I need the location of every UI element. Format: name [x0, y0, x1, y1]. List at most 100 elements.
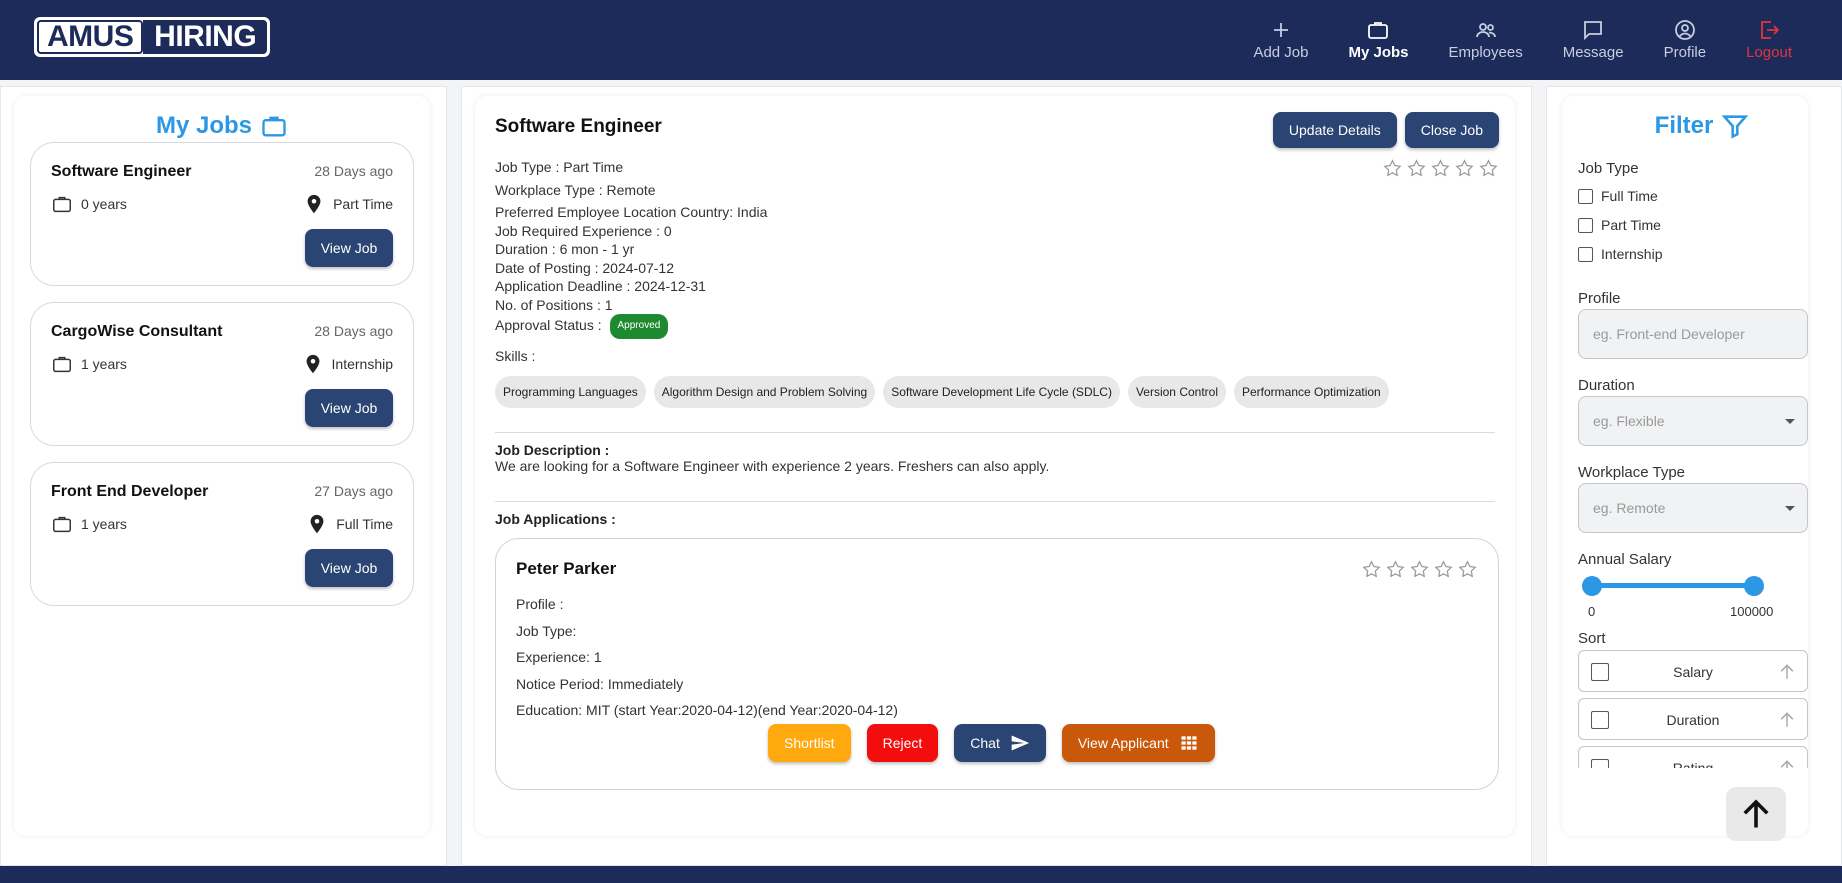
job-card-type: Internship — [302, 353, 393, 375]
job-card-experience-text: 1 years — [81, 516, 127, 532]
arrow-up-icon — [1743, 799, 1769, 828]
job-detail-title: Software Engineer — [495, 116, 662, 137]
briefcase-icon — [53, 356, 71, 373]
salary-slider-track[interactable] — [1590, 583, 1750, 588]
funnel-icon — [1722, 115, 1749, 139]
job-detail-line: Duration : 6 mon - 1 yr — [495, 241, 635, 257]
star-icon[interactable] — [1409, 559, 1430, 580]
job-type-label: Job Type — [1578, 160, 1639, 177]
view-job-button[interactable]: View Job — [305, 389, 393, 427]
sort-option-duration[interactable]: Duration — [1578, 698, 1808, 740]
job-rating[interactable] — [1382, 158, 1499, 179]
status-badge: Approved — [609, 314, 669, 339]
nav-employees[interactable]: Employees — [1429, 18, 1543, 61]
arrow-up-icon[interactable] — [1777, 662, 1797, 682]
applicant-line: Education: MIT (start Year:2020-04-12)(e… — [516, 702, 898, 718]
job-card-posted-ago: 28 Days ago — [314, 323, 393, 339]
job-type-internship[interactable]: Internship — [1578, 246, 1662, 262]
logo-text-hiring: HIRING — [143, 20, 267, 54]
job-card[interactable]: Software Engineer 28 Days ago 0 years Pa… — [30, 142, 414, 286]
job-card-type-text: Full Time — [336, 516, 393, 532]
my-jobs-panel: My Jobs Software Engineer 28 Days ago 0 … — [14, 96, 430, 836]
applicant-line: Notice Period: Immediately — [516, 675, 684, 692]
chat-button[interactable]: Chat — [954, 724, 1046, 762]
nav-message[interactable]: Message — [1543, 18, 1644, 61]
star-icon[interactable] — [1385, 559, 1406, 580]
duration-select[interactable]: eg. Flexible — [1578, 396, 1808, 446]
filter-scroll-area[interactable]: Filter Job Type Full Time Part Time Inte… — [1562, 96, 1842, 768]
sort-option-label: Rating — [1672, 760, 1714, 768]
location-pin-icon — [310, 514, 324, 534]
skills-list: Programming Languages Algorithm Design a… — [495, 376, 1389, 408]
chat-label: Chat — [970, 735, 1000, 751]
job-type-full-time[interactable]: Full Time — [1578, 188, 1658, 204]
job-detail-line: Application Deadline : 2024-12-31 — [495, 278, 706, 294]
job-card-posted-ago: 28 Days ago — [314, 163, 393, 179]
job-card[interactable]: CargoWise Consultant 28 Days ago 1 years… — [30, 302, 414, 446]
scroll-to-top-button[interactable] — [1726, 787, 1786, 841]
star-icon[interactable] — [1430, 158, 1451, 179]
job-card-experience-text: 1 years — [81, 356, 127, 372]
nav-my-jobs[interactable]: My Jobs — [1328, 18, 1428, 61]
view-job-button[interactable]: View Job — [305, 549, 393, 587]
duration-label: Duration — [1578, 377, 1635, 394]
star-icon[interactable] — [1478, 158, 1499, 179]
checkbox[interactable] — [1578, 217, 1593, 233]
workplace-type-placeholder: eg. Remote — [1593, 500, 1666, 516]
applicant-name: Peter Parker — [516, 559, 617, 578]
job-detail-info: Job Type : Part Time Workplace Type : Re… — [495, 158, 767, 339]
my-jobs-title: My Jobs — [14, 112, 430, 140]
star-icon[interactable] — [1361, 559, 1382, 580]
divider — [495, 501, 1495, 502]
job-card-title: CargoWise Consultant — [51, 323, 223, 340]
star-icon[interactable] — [1406, 158, 1427, 179]
job-detail-line: Date of Posting : 2024-07-12 — [495, 259, 675, 276]
job-applications-label: Job Applications : — [495, 511, 616, 527]
star-icon[interactable] — [1457, 559, 1478, 580]
nav-add-job-label: Add Job — [1253, 44, 1309, 61]
approval-status-label: Approval Status : — [495, 316, 602, 333]
footer-bar — [0, 866, 1842, 883]
job-detail-actions: Update Details Close Job — [1272, 112, 1499, 148]
applicant-rating[interactable] — [1361, 559, 1478, 580]
sort-option-rating[interactable]: Rating — [1578, 746, 1808, 768]
salary-slider-min-handle[interactable] — [1582, 576, 1602, 596]
nav-profile[interactable]: Profile — [1644, 18, 1727, 61]
user-circle-icon — [1674, 20, 1695, 40]
reject-button[interactable]: Reject — [866, 724, 939, 762]
arrow-up-icon[interactable] — [1777, 758, 1797, 768]
checkbox-label: Full Time — [1601, 188, 1658, 204]
skill-chip: Performance Optimization — [1234, 376, 1389, 408]
job-detail-line: Preferred Employee Location Country: Ind… — [495, 204, 768, 220]
star-icon[interactable] — [1382, 158, 1403, 179]
checkbox[interactable] — [1578, 246, 1593, 262]
sort-label: Sort — [1578, 630, 1606, 647]
nav-logout[interactable]: Logout — [1726, 18, 1812, 61]
my-jobs-title-text: My Jobs — [155, 112, 253, 139]
salary-min-value: 0 — [1588, 604, 1596, 619]
profile-input[interactable]: eg. Front-end Developer — [1578, 309, 1808, 359]
logo[interactable]: AMUS HIRING — [34, 17, 270, 57]
job-type-part-time[interactable]: Part Time — [1578, 217, 1661, 233]
checkbox[interactable] — [1578, 188, 1593, 204]
dropdown-caret-icon — [1785, 419, 1795, 424]
sort-option-salary[interactable]: Salary — [1578, 650, 1808, 692]
view-applicant-label: View Applicant — [1077, 735, 1169, 751]
shortlist-button[interactable]: Shortlist — [768, 724, 851, 762]
job-description-text: We are looking for a Software Engineer w… — [495, 458, 1050, 474]
arrow-up-icon[interactable] — [1777, 710, 1797, 730]
shortlist-label: Shortlist — [784, 735, 835, 751]
location-pin-icon — [307, 194, 321, 214]
send-icon — [1011, 735, 1030, 751]
job-card[interactable]: Front End Developer 27 Days ago 1 years … — [30, 462, 414, 606]
close-job-button[interactable]: Close Job — [1404, 112, 1499, 148]
star-icon[interactable] — [1454, 158, 1475, 179]
view-applicant-button[interactable]: View Applicant — [1061, 724, 1215, 762]
salary-slider-max-handle[interactable] — [1744, 576, 1764, 596]
nav-add-job[interactable]: Add Job — [1233, 18, 1328, 61]
view-job-button[interactable]: View Job — [305, 229, 393, 267]
workplace-type-select[interactable]: eg. Remote — [1578, 483, 1808, 533]
skill-chip: Programming Languages — [495, 376, 646, 408]
star-icon[interactable] — [1433, 559, 1454, 580]
update-details-button[interactable]: Update Details — [1272, 112, 1397, 148]
